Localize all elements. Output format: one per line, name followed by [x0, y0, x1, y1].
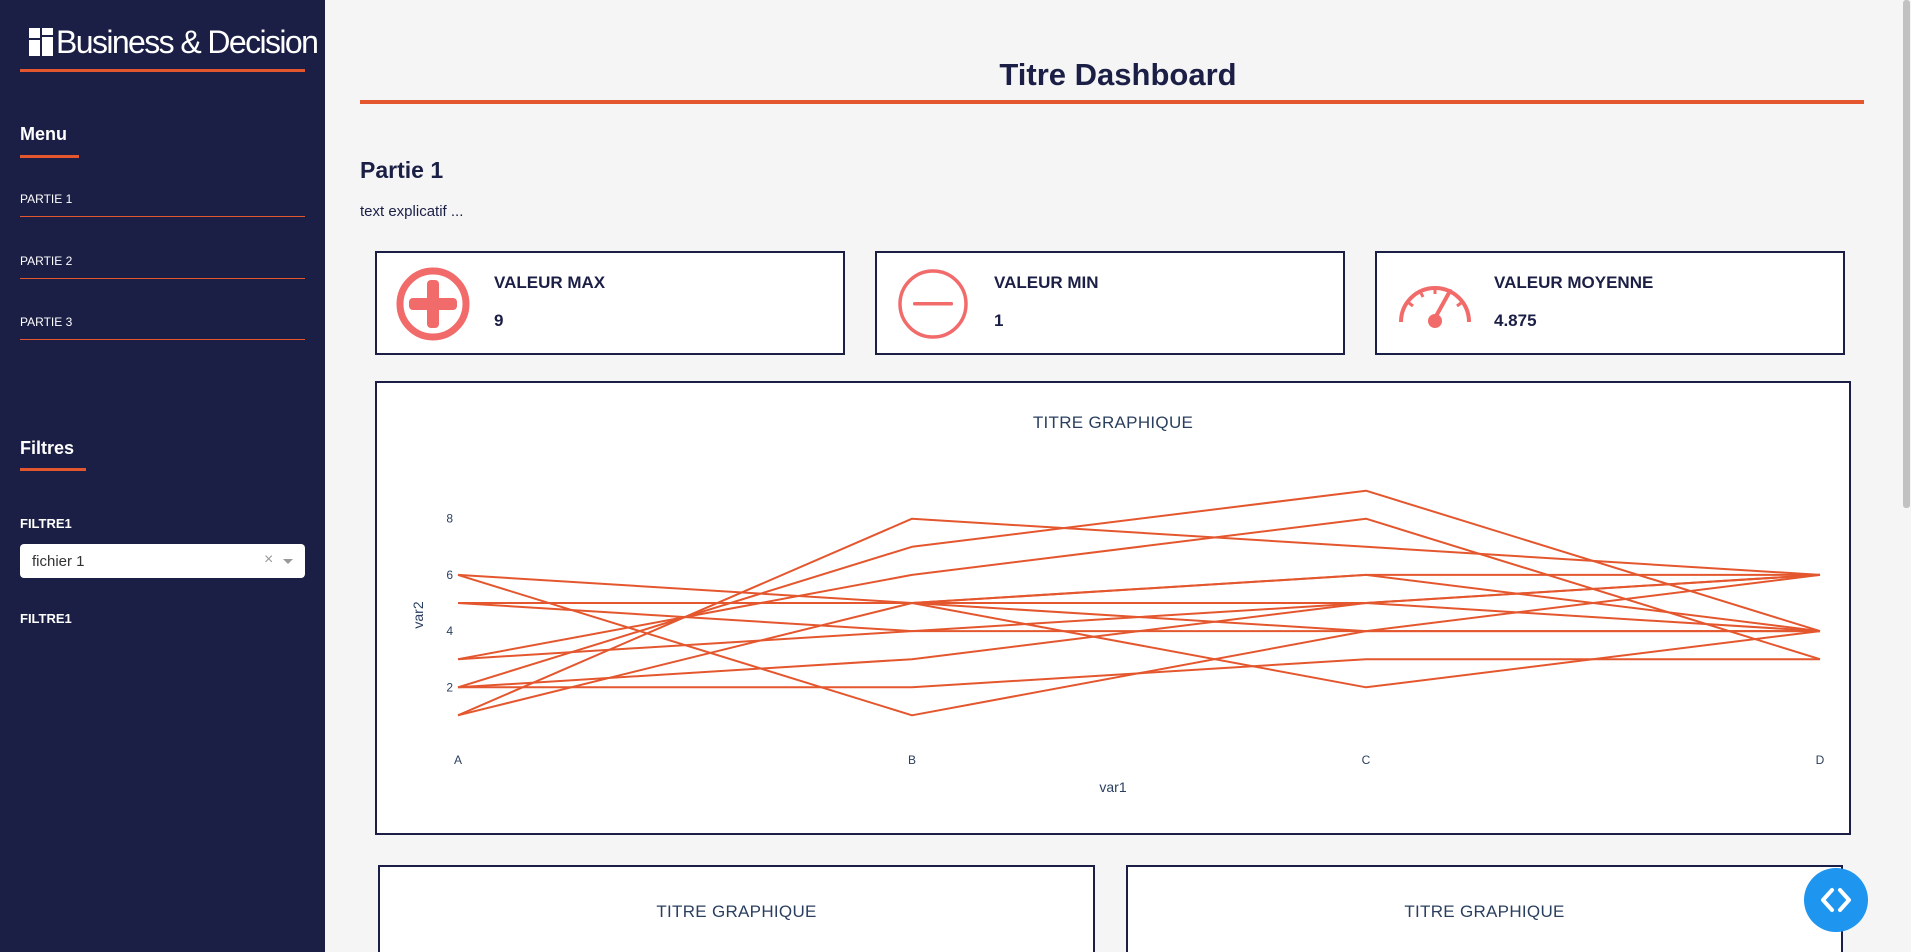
- section-title: Partie 1: [360, 157, 444, 183]
- y-tick-label: 6: [446, 568, 453, 582]
- sidebar-item-divider: [20, 216, 305, 217]
- x-axis-label: var1: [1099, 779, 1126, 795]
- y-axis-label: var2: [410, 601, 426, 628]
- chart-title: TITRE GRAPHIQUE: [1033, 413, 1193, 432]
- sidebar-item-divider: [20, 339, 305, 340]
- gauge-icon: [1399, 286, 1471, 328]
- sidebar-item-label: PARTIE 3: [20, 315, 73, 329]
- logo-divider: [20, 69, 305, 72]
- filter-1-label: FILTRE1: [20, 516, 72, 531]
- minus-circle-icon: [898, 269, 968, 339]
- line-chart[interactable]: TITRE GRAPHIQUE A B C D 2 4 6 8 var1 var2: [377, 383, 1849, 833]
- filter-1-select[interactable]: fichier 1 ×: [20, 544, 305, 578]
- section-text: text explicatif ...: [360, 203, 464, 220]
- sidebar-item-divider: [20, 278, 305, 279]
- page-scrollbar[interactable]: [1901, 0, 1911, 952]
- title-divider: [360, 100, 1864, 104]
- filters-title: Filtres: [20, 438, 75, 458]
- x-tick-label: B: [908, 753, 916, 767]
- kpi-title: VALEUR MAX: [494, 273, 606, 292]
- clear-icon[interactable]: ×: [264, 551, 273, 569]
- kpi-value: 9: [494, 311, 504, 330]
- filter-2-label: FILTRE1: [20, 611, 72, 626]
- sidebar: Business & Decision Menu PARTIE 1 PARTIE…: [0, 0, 325, 952]
- line-chart-card: TITRE GRAPHIQUE A B C D 2 4 6 8 var1 var2: [375, 381, 1851, 835]
- sidebar-item-partie-3[interactable]: PARTIE 3: [20, 315, 305, 355]
- chart-card-right: TITRE GRAPHIQUE: [1126, 865, 1843, 952]
- y-tick-label: 8: [446, 512, 453, 526]
- code-icon: [1821, 888, 1851, 912]
- kpi-card-min: VALEUR MIN 1: [875, 251, 1345, 355]
- menu-title: Menu: [20, 124, 67, 144]
- kpi-value: 1: [994, 311, 1004, 330]
- x-tick-label: D: [1816, 753, 1825, 767]
- sidebar-item-partie-2[interactable]: PARTIE 2: [20, 254, 305, 294]
- kpi-value: 4.875: [1494, 311, 1537, 330]
- series-line-12: [458, 658, 1820, 689]
- logo-text: Business & Decision: [56, 23, 319, 60]
- filter-1-value: fichier 1: [32, 553, 85, 570]
- page-title: Titre Dashboard: [999, 57, 1237, 92]
- y-tick-label: 2: [446, 680, 453, 694]
- sidebar-item-label: PARTIE 1: [20, 192, 73, 206]
- kpi-card-average: VALEUR MOYENNE 4.875: [1375, 251, 1845, 355]
- plus-circle-icon: [396, 267, 470, 341]
- series-line-7: [458, 573, 1820, 604]
- filters-title-underline: [20, 468, 86, 471]
- brand-logo[interactable]: Business & Decision: [29, 22, 319, 62]
- logo-mark-icon: [29, 28, 53, 56]
- code-toggle-button[interactable]: [1804, 868, 1868, 932]
- x-tick-label: A: [454, 753, 462, 767]
- chevron-down-icon[interactable]: [283, 559, 293, 564]
- y-tick-label: 4: [446, 624, 453, 638]
- main-content: Titre Dashboard Partie 1 text explicatif…: [325, 0, 1911, 952]
- chart-card-left: TITRE GRAPHIQUE: [378, 865, 1095, 952]
- menu-title-underline: [20, 155, 79, 158]
- kpi-title: VALEUR MIN: [994, 273, 1099, 292]
- kpi-title: VALEUR MOYENNE: [1494, 273, 1654, 292]
- kpi-card-max: VALEUR MAX 9: [375, 251, 845, 355]
- x-tick-label: C: [1362, 753, 1371, 767]
- chart-title: TITRE GRAPHIQUE: [1404, 902, 1565, 921]
- chart-title: TITRE GRAPHIQUE: [656, 902, 817, 921]
- scrollbar-thumb[interactable]: [1903, 0, 1910, 508]
- sidebar-item-label: PARTIE 2: [20, 254, 73, 268]
- sidebar-item-partie-1[interactable]: PARTIE 1: [20, 192, 305, 232]
